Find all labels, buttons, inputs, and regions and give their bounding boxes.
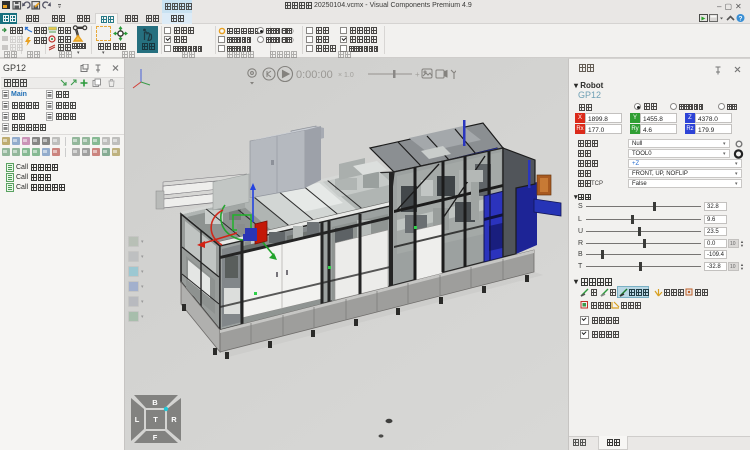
- svg-text:L: L: [135, 415, 140, 424]
- svg-text:?: ?: [739, 16, 743, 23]
- svg-text:B: B: [152, 398, 158, 407]
- svg-text:F: F: [153, 433, 158, 442]
- svg-text:T: T: [153, 415, 158, 424]
- svg-text:+: +: [415, 70, 420, 79]
- svg-text:R: R: [171, 415, 177, 424]
- svg-text:0:00:00: 0:00:00: [296, 69, 333, 81]
- svg-text:× 1.0: × 1.0: [338, 72, 354, 79]
